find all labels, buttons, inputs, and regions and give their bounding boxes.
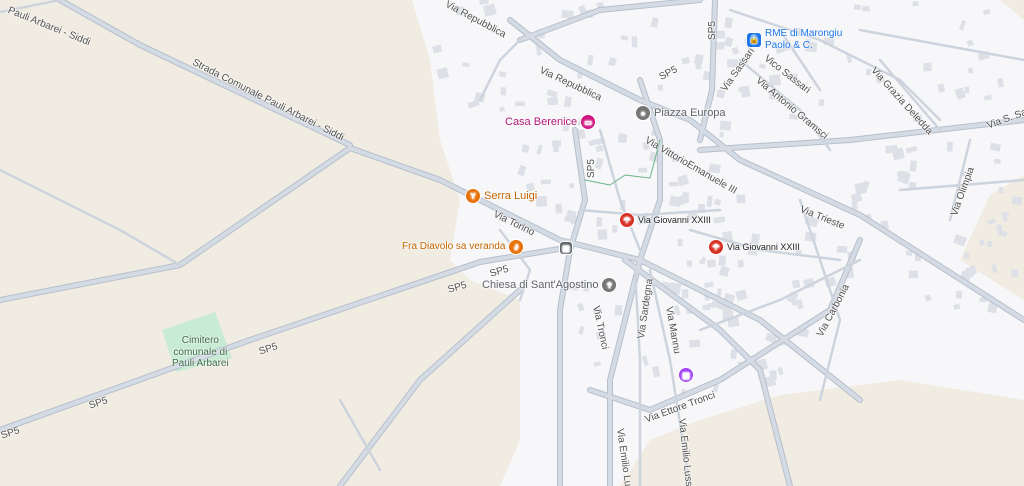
building xyxy=(979,239,985,246)
building xyxy=(719,120,732,131)
building xyxy=(955,290,963,299)
building xyxy=(681,289,689,299)
poi-bus-stop[interactable]: ▣ xyxy=(560,242,572,254)
umbrella-icon: ☂ xyxy=(709,240,723,254)
building xyxy=(552,140,561,147)
poi-fra-diavolo[interactable]: ∂ Fra Diavolo sa veranda xyxy=(402,240,524,254)
building xyxy=(987,218,997,226)
poi-label: RME di Marongiu Paolo & C. xyxy=(765,28,843,51)
building xyxy=(736,194,746,204)
building xyxy=(569,183,575,189)
building xyxy=(535,195,548,207)
building xyxy=(923,62,932,72)
lock-icon: 🔒 xyxy=(747,32,761,47)
poi-serra-luigi[interactable]: Y Serra Luigi xyxy=(466,189,537,203)
building xyxy=(521,144,530,153)
building xyxy=(716,30,725,39)
building xyxy=(964,86,970,94)
building xyxy=(706,200,713,207)
poi-label: Via Giovanni XXIII xyxy=(638,214,711,225)
building xyxy=(631,36,638,48)
pin-icon: ● xyxy=(636,106,650,120)
building xyxy=(993,158,1001,164)
building xyxy=(908,270,919,279)
building xyxy=(688,339,701,348)
museum-icon: ▥ xyxy=(679,368,693,382)
building xyxy=(987,240,993,247)
poi-chiesa-sant-agostino[interactable]: ✝ Chiesa di Sant'Agostino xyxy=(482,278,617,292)
building xyxy=(547,97,558,106)
building xyxy=(540,179,551,185)
restaurant-icon: ∂ xyxy=(509,240,524,254)
building xyxy=(597,229,608,240)
building xyxy=(1011,196,1023,206)
bed-icon: ▭ xyxy=(581,115,596,129)
building xyxy=(718,255,726,266)
building xyxy=(818,99,825,106)
bus-stop-icon: ▣ xyxy=(560,242,572,254)
building xyxy=(991,263,998,274)
building xyxy=(596,217,603,227)
building xyxy=(909,160,917,172)
building xyxy=(987,304,998,314)
building xyxy=(612,224,618,233)
building xyxy=(963,252,970,260)
poi-piazza-europa[interactable]: ● Piazza Europa xyxy=(636,106,726,120)
poi-label: Chiesa di Sant'Agostino xyxy=(482,278,599,291)
building xyxy=(730,349,738,360)
building xyxy=(587,54,594,66)
building xyxy=(677,238,683,247)
poi-via-giovanni-1[interactable]: ☂ Via Giovanni XXIII xyxy=(620,213,711,227)
church-icon: ✝ xyxy=(602,278,617,292)
cocktail-icon: Y xyxy=(466,189,480,203)
building xyxy=(555,203,563,214)
poi-label: Via Giovanni XXIII xyxy=(727,241,800,252)
poi-label: Serra Luigi xyxy=(484,189,538,202)
building xyxy=(657,84,663,91)
building xyxy=(706,259,717,268)
building xyxy=(791,279,801,289)
map-canvas[interactable]: Pauli Arbarei - Siddi Strada Comunale Pa… xyxy=(0,0,1024,486)
building xyxy=(716,41,725,50)
building xyxy=(702,304,711,311)
road-label-sp5-c: SP5 xyxy=(586,159,597,178)
poi-label: Piazza Europa xyxy=(654,106,726,119)
building xyxy=(694,54,704,65)
poi-casa-berenice[interactable]: ▭ Casa Berenice xyxy=(505,115,596,129)
road-label-sp5-a: SP5 xyxy=(707,21,718,40)
building xyxy=(862,6,870,12)
building xyxy=(1010,269,1019,278)
building xyxy=(614,304,623,316)
poi-via-giovanni-2[interactable]: ☂ Via Giovanni XXIII xyxy=(709,240,800,254)
building xyxy=(719,131,724,138)
building xyxy=(553,146,559,153)
building xyxy=(479,0,489,5)
building xyxy=(638,167,648,173)
building xyxy=(515,101,525,107)
building xyxy=(998,186,1004,194)
building xyxy=(998,229,1008,238)
poi-label: Fra Diavolo sa veranda xyxy=(402,241,506,253)
building xyxy=(595,145,604,153)
building xyxy=(853,4,862,11)
building xyxy=(668,181,679,187)
poi-label: Casa Berenice xyxy=(505,115,578,128)
umbrella-icon: ☂ xyxy=(620,213,634,227)
poi-rme-marongiu[interactable]: 🔒 RME di Marongiu Paolo & C. xyxy=(747,28,842,51)
building xyxy=(740,85,751,98)
building xyxy=(912,0,919,7)
building xyxy=(617,133,628,144)
building xyxy=(968,68,973,74)
building xyxy=(686,260,693,267)
poi-museum[interactable]: ▥ xyxy=(679,368,693,382)
building xyxy=(946,141,953,152)
building xyxy=(836,245,848,254)
building xyxy=(500,87,506,96)
area-label-cimitero: Cimitero comunale di Pauli Arbarei xyxy=(172,335,229,369)
